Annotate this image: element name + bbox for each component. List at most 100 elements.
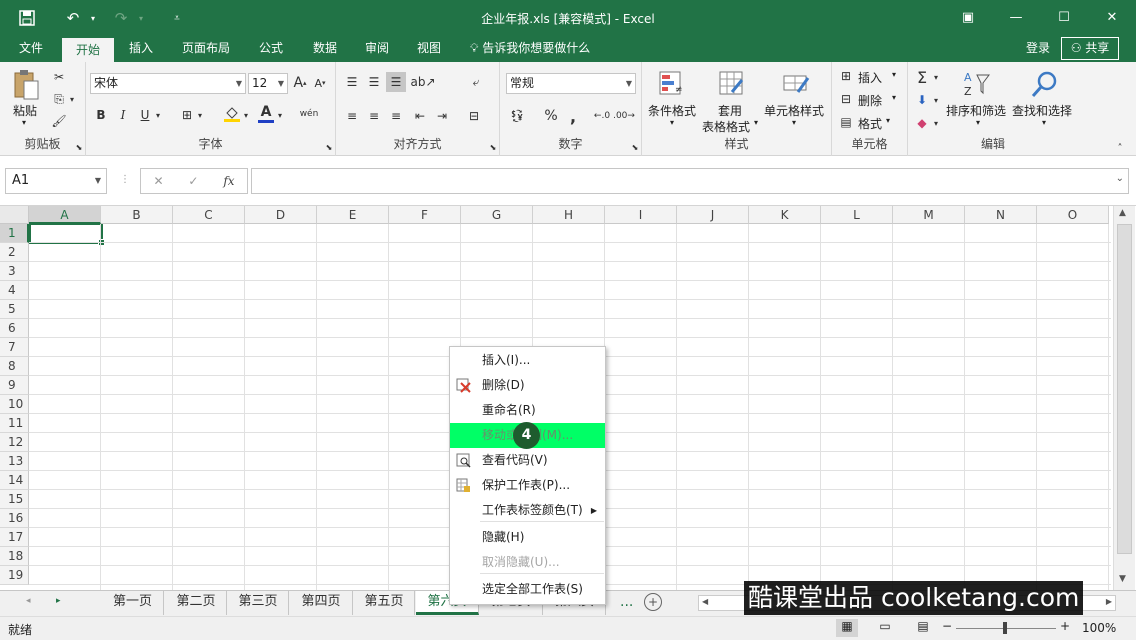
column-header-f[interactable]: F <box>389 206 461 224</box>
italic-button[interactable]: I <box>114 106 132 124</box>
align-center-icon[interactable]: ≡ <box>364 106 384 126</box>
row-header-14[interactable]: 14 <box>0 471 29 490</box>
column-header-a[interactable]: A <box>29 206 101 224</box>
normal-view-icon[interactable]: ▦ <box>836 619 858 637</box>
font-color-dropdown-icon[interactable]: ▾ <box>276 106 284 124</box>
context-menu-item-3[interactable]: 重命名(R) <box>450 398 605 423</box>
insert-function-button[interactable]: fx <box>223 174 234 188</box>
paste-dropdown-icon[interactable]: ▾ <box>22 118 26 127</box>
sheet-tab-1[interactable]: 第一页 <box>102 591 164 615</box>
maximize-icon[interactable]: ☐ <box>1040 0 1088 34</box>
tab-file[interactable]: 文件 <box>8 36 54 62</box>
underline-button[interactable]: U <box>136 106 154 124</box>
column-header-j[interactable]: J <box>677 206 749 224</box>
chevron-down-icon[interactable]: ▾ <box>932 114 940 132</box>
align-top-icon[interactable]: ☰ <box>342 72 362 92</box>
select-all-corner[interactable] <box>0 206 29 224</box>
collapse-ribbon-icon[interactable]: ˄ <box>1114 142 1126 154</box>
zoom-level[interactable]: 100% <box>1082 621 1116 635</box>
format-painter-icon[interactable]: 🖌︎ <box>50 112 68 130</box>
column-header-i[interactable]: I <box>605 206 677 224</box>
align-middle-icon[interactable]: ☰ <box>364 72 384 92</box>
context-menu-item-1[interactable]: 插入(I)... <box>450 348 605 373</box>
row-header-5[interactable]: 5 <box>0 300 29 319</box>
font-launcher-icon[interactable]: ⬊ <box>324 142 334 152</box>
row-header-12[interactable]: 12 <box>0 433 29 452</box>
conditional-format-label[interactable]: 条件格式 <box>648 102 696 119</box>
clipboard-launcher-icon[interactable]: ⬊ <box>74 142 84 152</box>
row-header-11[interactable]: 11 <box>0 414 29 433</box>
formula-input[interactable]: ⌄ <box>251 168 1129 194</box>
font-name-select[interactable]: 宋体 ▼ <box>90 73 246 94</box>
tab-home[interactable]: 开始 <box>62 36 114 62</box>
column-header-h[interactable]: H <box>533 206 605 224</box>
sort-filter-label[interactable]: 排序和筛选 <box>946 102 1006 119</box>
format-cells-label[interactable]: 格式 <box>858 115 882 132</box>
number-launcher-icon[interactable]: ⬊ <box>630 142 640 152</box>
tab-formulas[interactable]: 公式 <box>248 36 294 62</box>
row-header-15[interactable]: 15 <box>0 490 29 509</box>
paste-label[interactable]: 粘贴 <box>13 102 37 119</box>
scroll-left-icon[interactable]: ◀ <box>702 597 708 606</box>
row-header-13[interactable]: 13 <box>0 452 29 471</box>
font-color-icon[interactable]: A <box>256 102 276 124</box>
accounting-icon[interactable]: 💱︎ <box>506 106 528 126</box>
sheet-scroll-left-icon[interactable]: ◂ <box>26 596 31 606</box>
orientation-icon[interactable]: ab↗ <box>410 72 435 92</box>
ribbon-display-icon[interactable]: ▣ <box>944 0 992 34</box>
format-as-table-label1[interactable]: 套用 <box>718 102 742 119</box>
column-header-b[interactable]: B <box>101 206 173 224</box>
font-size-select[interactable]: 12 ▼ <box>248 73 288 94</box>
increase-decimal-icon[interactable]: ←.0 <box>592 106 612 126</box>
sheet-scroll-right-icon[interactable]: ▸ <box>56 596 61 606</box>
context-menu-item-5[interactable]: 查看代码(V) <box>450 448 605 473</box>
cell-styles-icon[interactable] <box>780 68 812 100</box>
tab-view[interactable]: 视图 <box>406 36 452 62</box>
clear-icon[interactable]: ◆ <box>912 114 932 132</box>
find-select-label[interactable]: 查找和选择 <box>1012 102 1072 119</box>
zoom-slider-thumb[interactable] <box>1003 622 1007 634</box>
cut-icon[interactable]: ✂ <box>50 68 68 86</box>
vertical-scroll-thumb[interactable] <box>1117 224 1132 554</box>
sheet-tab-5[interactable]: 第五页 <box>354 591 415 615</box>
number-format-select[interactable]: 常规 ▼ <box>506 73 636 94</box>
row-header-3[interactable]: 3 <box>0 262 29 281</box>
active-cell-a1[interactable] <box>29 223 105 246</box>
page-break-view-icon[interactable]: ▤ <box>912 619 934 637</box>
sheet-tab-2[interactable]: 第二页 <box>166 591 227 615</box>
enter-icon[interactable]: ✓ <box>188 174 198 188</box>
fill-icon[interactable]: ⬇ <box>912 91 932 109</box>
context-menu-item-6[interactable]: 保护工作表(P)... <box>450 473 605 498</box>
row-header-9[interactable]: 9 <box>0 376 29 395</box>
page-layout-view-icon[interactable]: ▭ <box>874 619 896 637</box>
row-header-6[interactable]: 6 <box>0 319 29 338</box>
login-link[interactable]: 登录 <box>1026 36 1050 62</box>
cancel-icon[interactable]: ✕ <box>153 174 163 188</box>
column-header-m[interactable]: M <box>893 206 965 224</box>
format-cells-icon[interactable]: ▤ <box>838 114 854 130</box>
column-header-l[interactable]: L <box>821 206 893 224</box>
increase-indent-icon[interactable]: ⇥ <box>432 106 452 126</box>
sort-filter-icon[interactable]: AZ <box>960 68 992 100</box>
expand-formula-icon[interactable]: ⌄ <box>1116 173 1124 184</box>
fill-dropdown-icon[interactable]: ▾ <box>242 106 250 124</box>
scroll-up-icon[interactable]: ▲ <box>1119 208 1126 218</box>
row-header-16[interactable]: 16 <box>0 509 29 528</box>
column-header-k[interactable]: K <box>749 206 821 224</box>
fill-color-icon[interactable] <box>222 104 242 124</box>
align-right-icon[interactable]: ≡ <box>386 106 406 126</box>
border-dropdown-icon[interactable]: ▾ <box>196 106 204 124</box>
chevron-down-icon[interactable]: ▾ <box>932 68 940 86</box>
context-menu-item-8[interactable]: 隐藏(H) <box>450 525 605 550</box>
merge-cells-icon[interactable]: ⊟ <box>464 106 484 126</box>
row-header-1[interactable]: 1 <box>0 224 29 243</box>
format-as-table-label2[interactable]: 表格格式 <box>702 118 750 135</box>
chevron-down-icon[interactable]: ▾ <box>932 91 940 109</box>
format-as-table-icon[interactable] <box>716 68 748 100</box>
scroll-down-icon[interactable]: ▼ <box>1119 574 1126 584</box>
row-header-10[interactable]: 10 <box>0 395 29 414</box>
paste-icon[interactable] <box>10 68 42 102</box>
tab-page-layout[interactable]: 页面布局 <box>172 36 240 62</box>
decrease-decimal-icon[interactable]: .00→ <box>613 106 635 126</box>
row-header-8[interactable]: 8 <box>0 357 29 376</box>
